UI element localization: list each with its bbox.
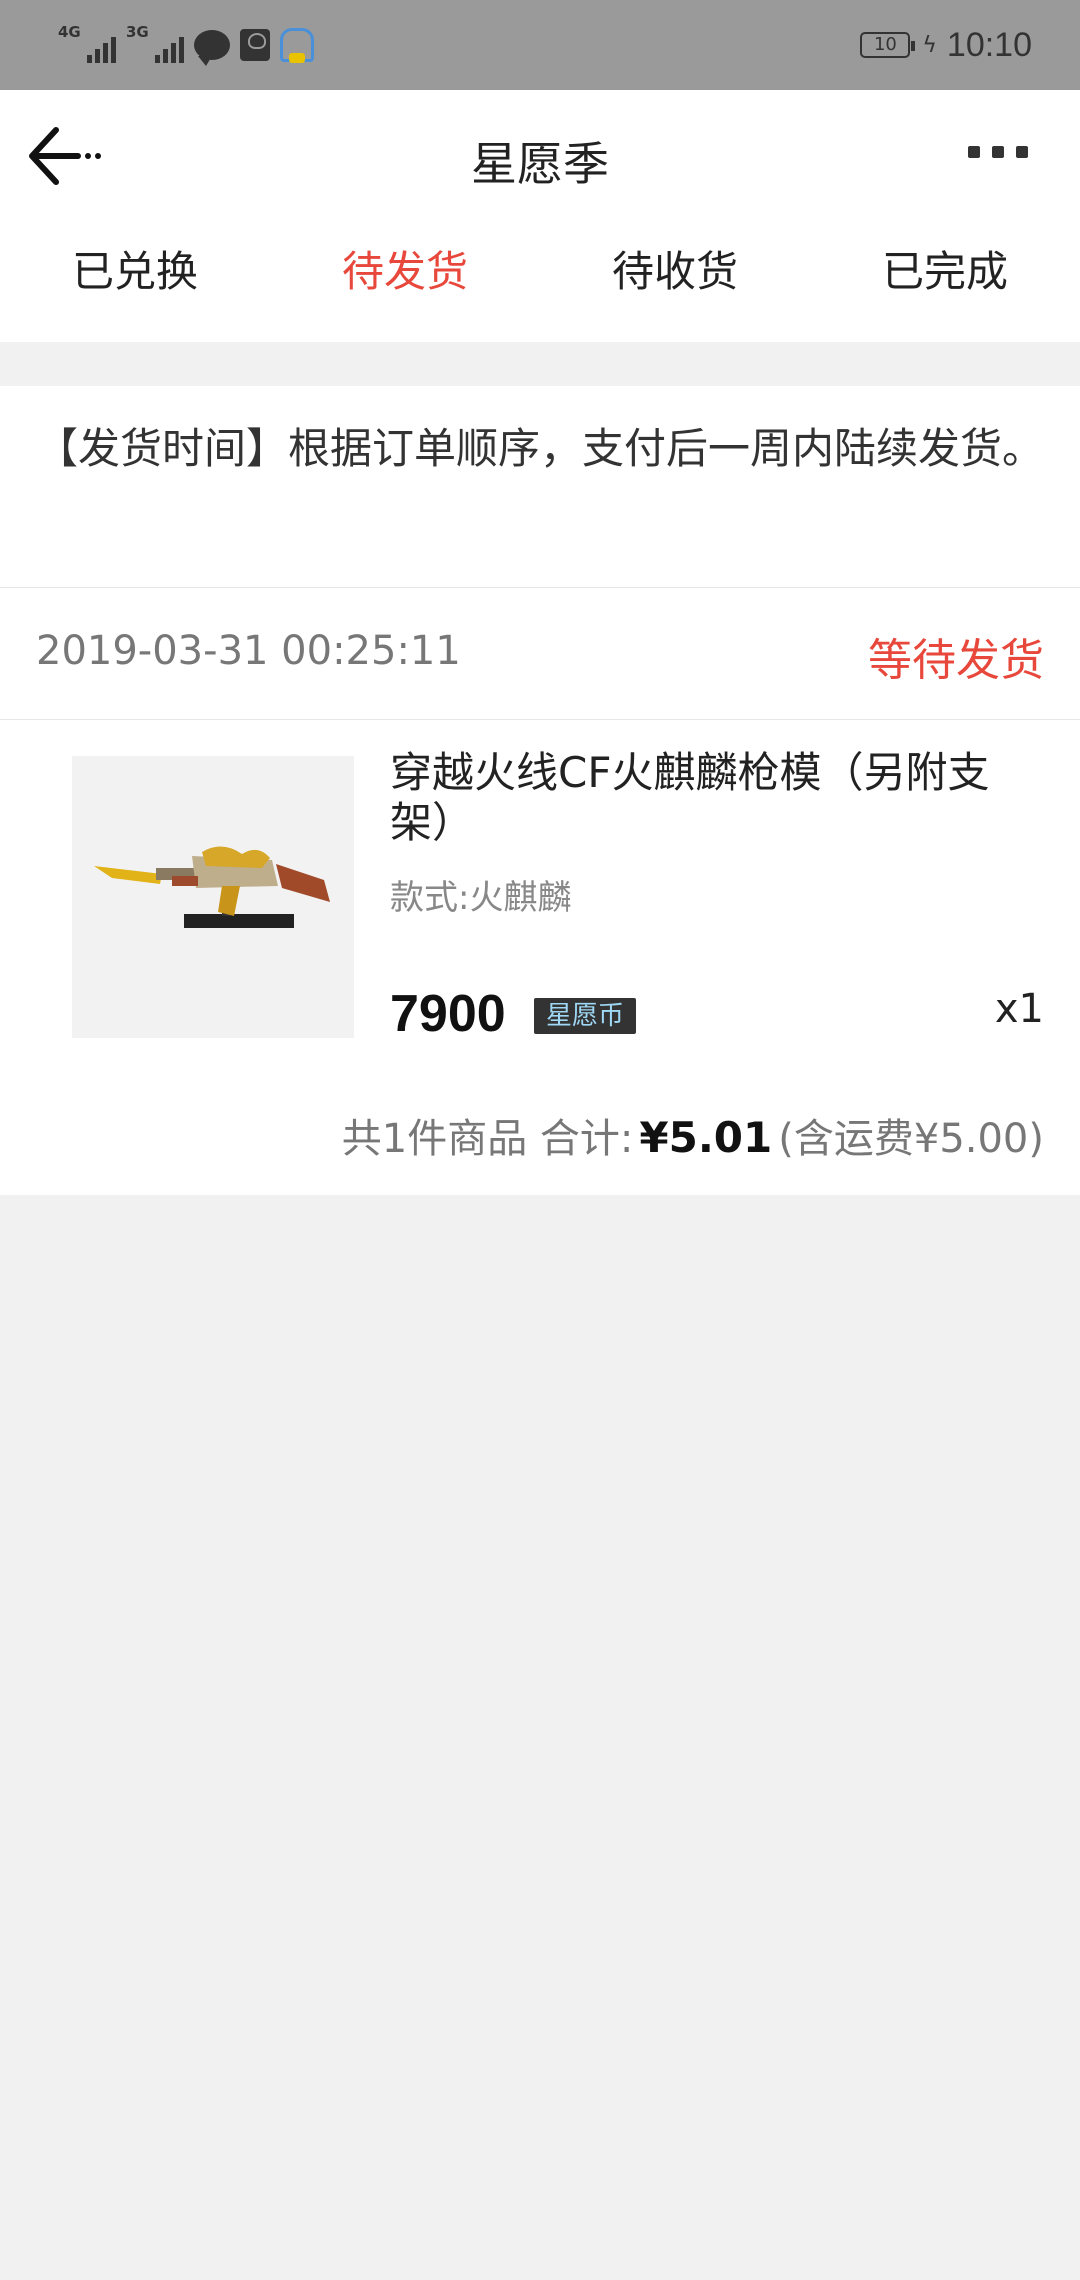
tab-pending-shipment[interactable]: 待发货 [270,222,540,342]
order-summary: 共1件商品 合计: ¥5.01 (含运费¥5.00) [342,1106,1044,1164]
charging-icon: ϟ [922,32,937,58]
order-card[interactable]: 2019-03-31 00:25:11 等待发货 穿越火线CF火麒麟枪模（另附支… [0,588,1080,1195]
more-dots-icon [992,146,1004,158]
status-icons-right: 10 ϟ 10:10 [860,20,1032,70]
tab-exchanged[interactable]: 已兑换 [0,222,270,342]
signal-icon: 3G [126,25,184,65]
lock-icon [280,28,314,63]
rifle-model-image [72,756,354,1038]
shipping-notice: 【发货时间】根据订单顺序，支付后一周内陆续发货。 [0,386,1080,588]
status-bar: 4G 3G 10 ϟ 10:10 [0,0,1080,90]
battery-icon: 10 [860,32,916,58]
page-title: 星愿季 [471,137,609,191]
battery-level: 10 [873,34,897,55]
more-button[interactable] [968,146,1028,158]
huawei-icon [240,29,270,61]
currency-badge: 星愿币 [534,998,637,1034]
product-quantity: x1 [994,986,1044,1032]
order-tabs: 已兑换 待发货 待收货 已完成 [0,222,1080,342]
clock: 10:10 [946,25,1032,64]
order-status: 等待发货 [868,635,1044,686]
product-image[interactable] [72,756,354,1038]
status-icons-left: 4G 3G [58,22,314,68]
summary-shipping: (含运费¥5.00) [778,1116,1044,1162]
chat-icon [194,30,230,66]
order-header: 2019-03-31 00:25:11 等待发货 [0,588,1080,720]
product-name[interactable]: 穿越火线CF火麒麟枪模（另附支架） [390,748,1030,848]
summary-total: ¥5.01 [639,1113,773,1162]
network-type-label: 3G [126,23,149,41]
more-dots-icon [1016,146,1028,158]
product-price: 7900 [390,985,506,1043]
summary-count: 共1件商品 合计: [341,1116,634,1162]
signal-icon: 4G [58,25,116,65]
product-variant: 款式:火麒麟 [390,878,572,918]
app-header: 星愿季 [0,90,1080,222]
tab-pending-receipt[interactable]: 待收货 [540,222,810,342]
more-dots-icon [968,146,980,158]
network-type-label: 4G [58,23,81,41]
tab-completed[interactable]: 已完成 [810,222,1080,342]
order-time: 2019-03-31 00:25:11 [36,628,461,674]
